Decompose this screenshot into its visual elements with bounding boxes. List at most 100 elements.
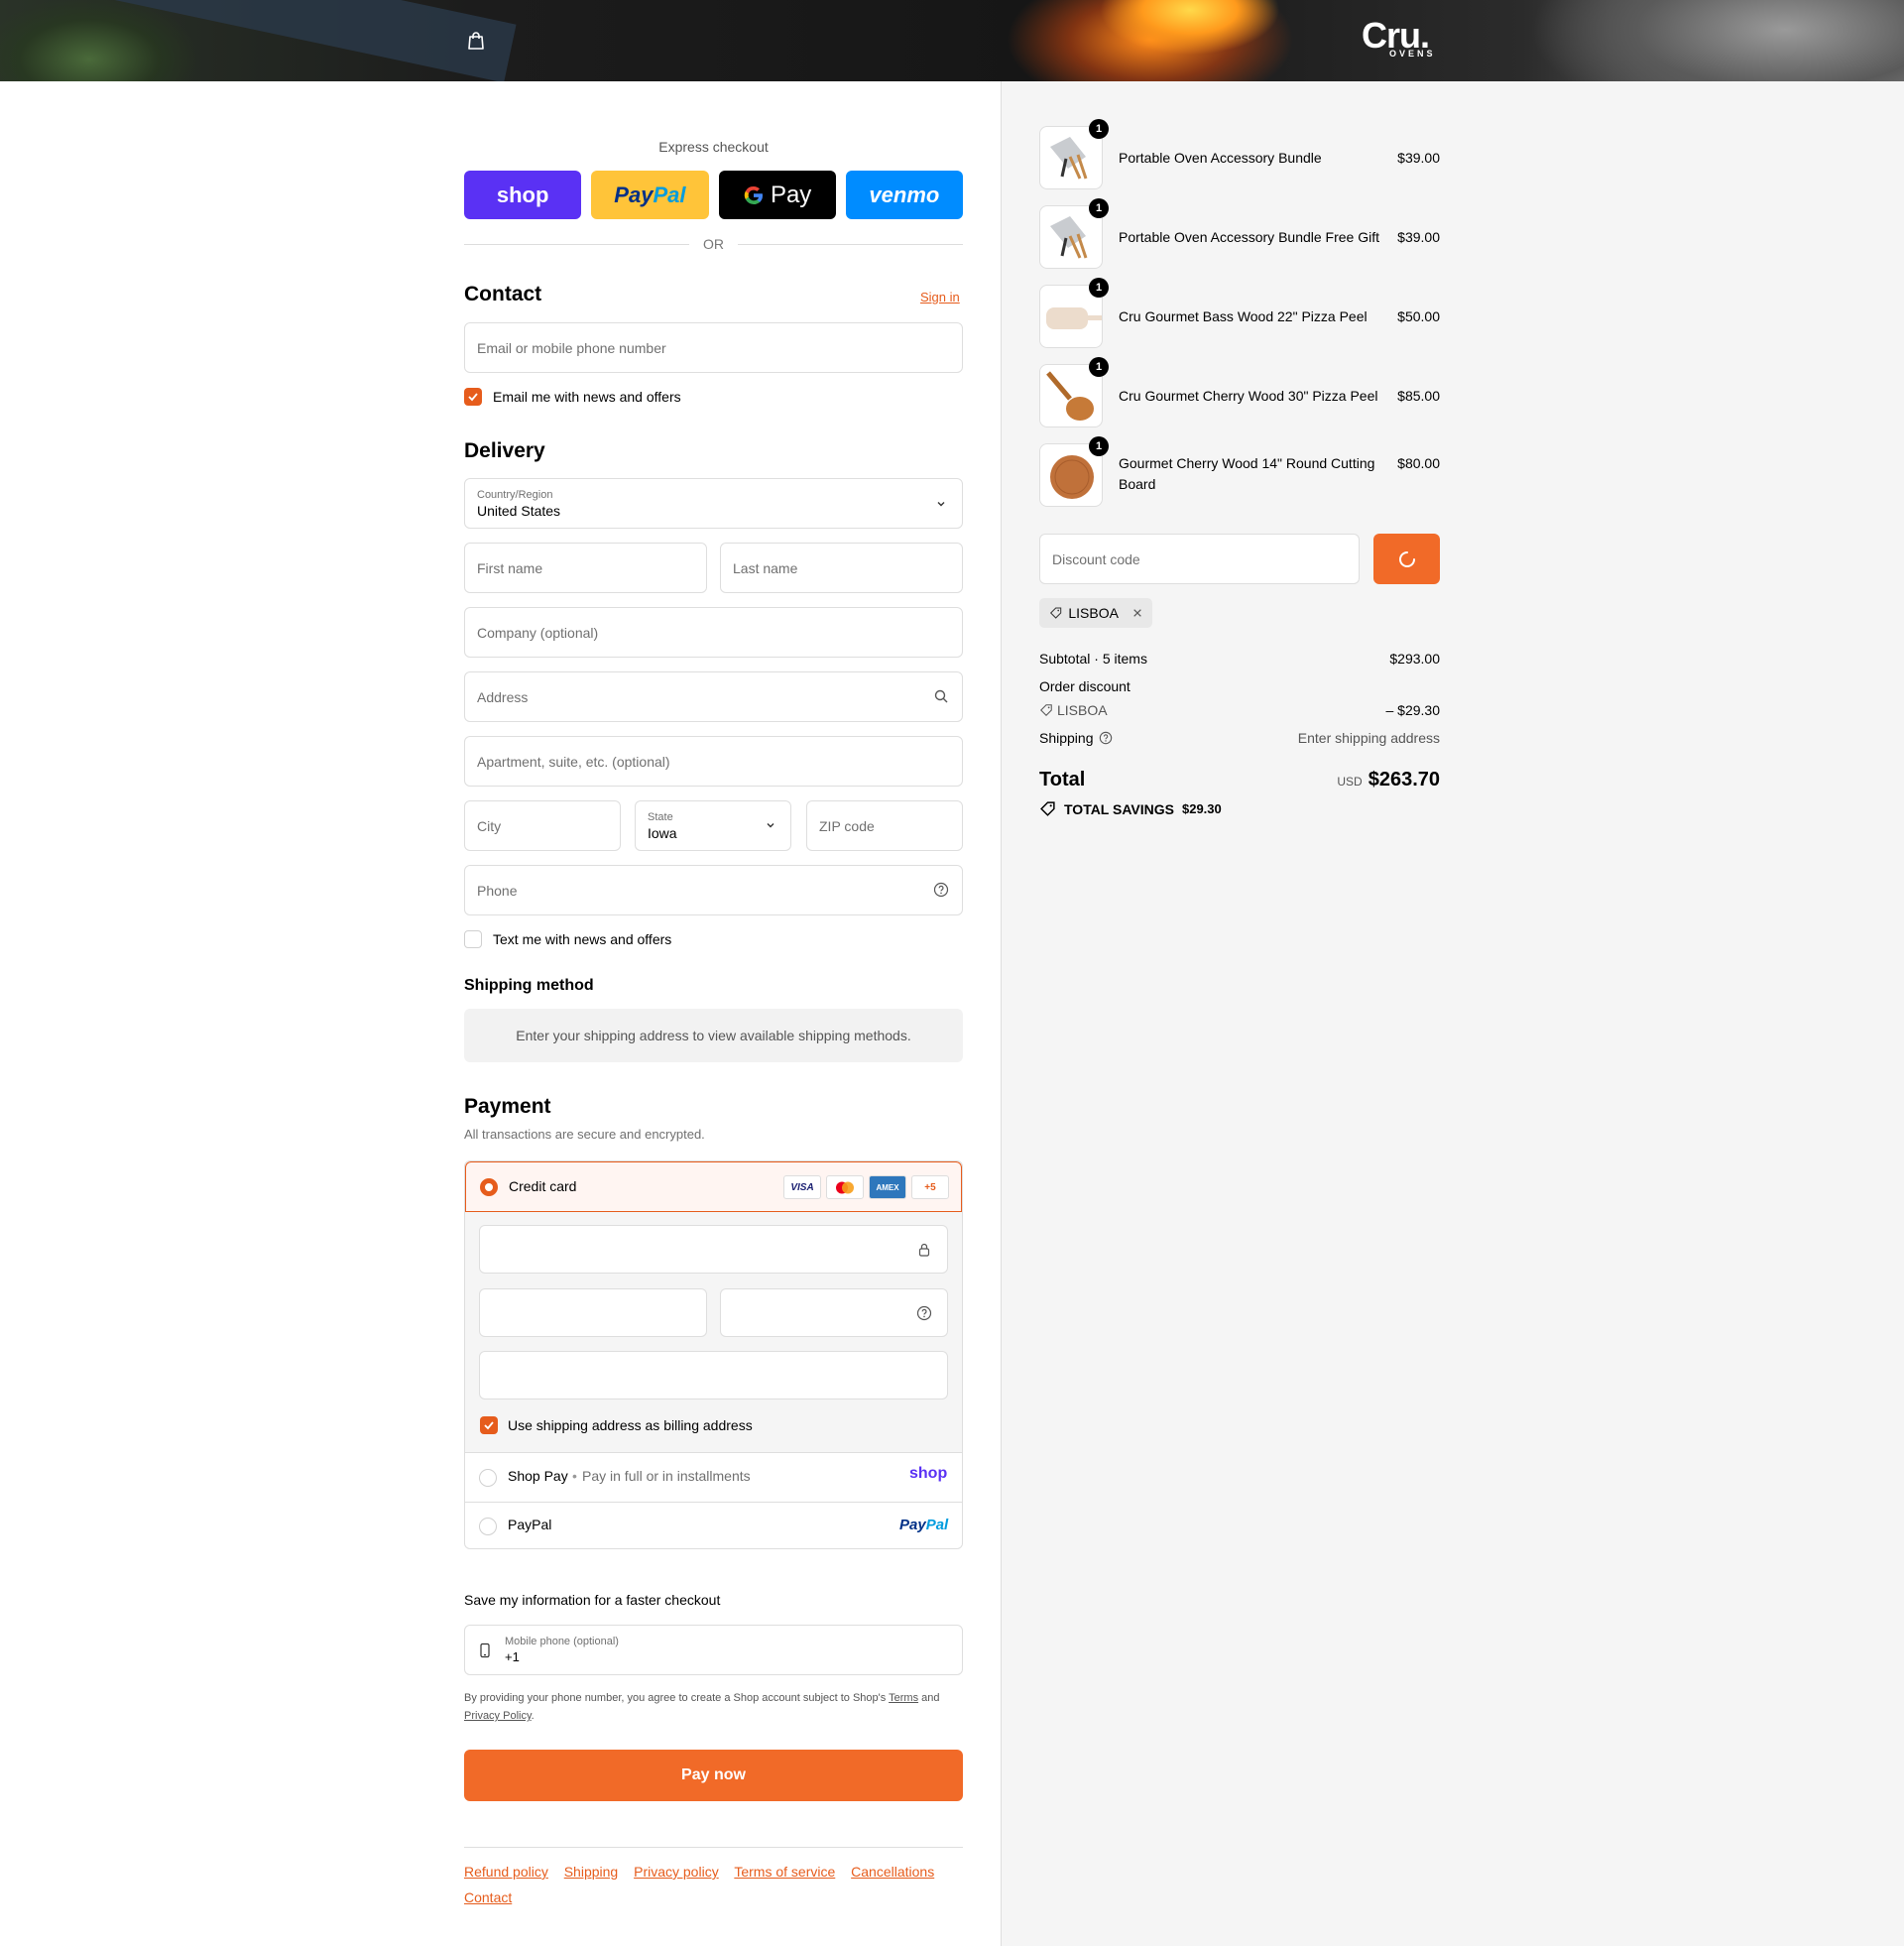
payment-methods: Credit card VISA AMEX +5 Use shipping ad… <box>464 1160 963 1549</box>
shop-pay-logo: shop <box>909 1465 948 1482</box>
save-info-heading: Save my information for a faster checkou… <box>464 1592 721 1608</box>
chevron-down-icon <box>767 823 774 828</box>
product-thumbnail: 1 <box>1039 436 1109 507</box>
shipping-link[interactable]: Shipping <box>564 1864 619 1880</box>
pay-now-button[interactable]: Pay now <box>464 1750 963 1801</box>
venmo-button[interactable]: venmo <box>845 171 963 219</box>
cart-item: 1 Gourmet Cherry Wood 14" Round Cutting … <box>1039 436 1440 509</box>
shop-pay-option[interactable]: Shop Pay • Pay in full or in installment… <box>465 1452 962 1502</box>
country-select[interactable]: Country/Region United States <box>464 478 963 529</box>
cart-item: 1 Portable Oven Accessory Bundle Free Gi… <box>1039 198 1440 271</box>
mobile-phone-icon <box>480 1642 490 1658</box>
item-price: $39.00 <box>1397 150 1440 166</box>
google-pay-button[interactable]: Pay <box>718 171 836 219</box>
search-icon <box>934 689 948 703</box>
paypal-option[interactable]: PayPal PayPal <box>465 1502 962 1548</box>
mobile-label: Mobile phone (optional) <box>505 1636 619 1647</box>
bullet: • <box>572 1468 577 1484</box>
tag-icon <box>1049 607 1062 619</box>
brand-sub: OVENS <box>1389 49 1436 59</box>
terms-of-service-link[interactable]: Terms of service <box>734 1864 835 1880</box>
brand-logo[interactable]: Cru. OVENS <box>1362 18 1433 59</box>
last-name-field[interactable]: Last name <box>720 543 963 593</box>
sign-in-link[interactable]: Sign in <box>920 290 960 304</box>
cart-item: 1 Portable Oven Accessory Bundle $39.00 <box>1039 119 1440 191</box>
help-circle-icon[interactable] <box>1099 731 1113 745</box>
item-price: $85.00 <box>1397 388 1440 404</box>
item-name: Cru Gourmet Bass Wood 22" Pizza Peel <box>1119 308 1368 324</box>
text-news-label: Text me with news and offers <box>493 931 672 947</box>
product-thumbnail: 1 <box>1039 357 1109 427</box>
discount-code-row: LISBOA – $29.30 <box>1039 702 1440 718</box>
item-name: Portable Oven Accessory Bundle Free Gift <box>1119 229 1380 245</box>
email-news-checkbox[interactable] <box>464 388 482 406</box>
terms-link[interactable]: Terms <box>889 1692 918 1704</box>
applied-code: LISBOA <box>1068 605 1119 621</box>
item-price: $80.00 <box>1397 455 1440 471</box>
banner-decoration <box>0 0 517 81</box>
help-circle-icon[interactable] <box>933 882 949 898</box>
item-name: Gourmet Cherry Wood 14" Round Cutting Bo… <box>1119 455 1375 492</box>
privacy-policy-link[interactable]: Privacy policy <box>634 1864 719 1880</box>
item-price: $39.00 <box>1397 229 1440 245</box>
apply-discount-button[interactable] <box>1373 534 1440 584</box>
phone-field[interactable]: Phone <box>464 865 963 915</box>
privacy-policy-link[interactable]: Privacy Policy <box>464 1710 532 1722</box>
card-number-field[interactable] <box>479 1225 948 1274</box>
delivery-heading: Delivery <box>464 439 545 462</box>
mobile-value: +1 <box>505 1649 520 1664</box>
more-cards-badge: +5 <box>911 1175 949 1199</box>
credit-card-radio[interactable] <box>480 1178 498 1196</box>
quantity-badge: 1 <box>1089 119 1109 139</box>
shipping-method-heading: Shipping method <box>464 977 594 994</box>
discount-code-field[interactable]: Discount code <box>1039 534 1360 584</box>
chevron-down-icon <box>937 502 945 507</box>
credit-card-label: Credit card <box>509 1178 577 1194</box>
credit-card-option[interactable]: Credit card VISA AMEX +5 <box>465 1161 962 1212</box>
country-label: Country/Region <box>477 488 553 501</box>
spinner-icon <box>1398 550 1415 567</box>
footer-links: Refund policy Shipping Privacy policy Te… <box>464 1859 963 1910</box>
shop-pay-button[interactable]: shop <box>464 171 582 219</box>
apartment-field[interactable]: Apartment, suite, etc. (optional) <box>464 736 963 787</box>
city-field[interactable]: City <box>464 800 621 851</box>
security-code-field[interactable] <box>720 1288 948 1337</box>
item-name: Portable Oven Accessory Bundle <box>1119 150 1322 166</box>
google-icon <box>744 185 763 204</box>
paypal-label: PayPal <box>508 1517 552 1532</box>
paypal-button[interactable]: Pay Pal <box>591 171 709 219</box>
expiry-field[interactable] <box>479 1288 707 1337</box>
applied-discount-tag: LISBOA <box>1039 598 1152 628</box>
shipping-row: Shipping Enter shipping address <box>1039 730 1440 746</box>
total-savings-row: TOTAL SAVINGS $29.30 <box>1039 800 1440 817</box>
mobile-phone-field[interactable]: Mobile phone (optional) +1 <box>464 1625 963 1675</box>
shop-pay-radio[interactable] <box>479 1469 497 1487</box>
cart-item: 1 Cru Gourmet Cherry Wood 30" Pizza Peel… <box>1039 357 1440 429</box>
express-checkout-title: Express checkout <box>658 139 769 155</box>
check-icon <box>484 1421 494 1430</box>
address-field[interactable]: Address <box>464 671 963 722</box>
paypal-radio[interactable] <box>479 1518 497 1535</box>
text-news-checkbox[interactable] <box>464 930 482 948</box>
email-field[interactable]: Email or mobile phone number <box>464 322 963 373</box>
item-name: Cru Gourmet Cherry Wood 30" Pizza Peel <box>1119 388 1378 404</box>
refund-policy-link[interactable]: Refund policy <box>464 1864 548 1880</box>
quantity-badge: 1 <box>1089 436 1109 456</box>
lock-icon <box>918 1243 930 1257</box>
subtotal-row: Subtotal · 5 items $293.00 <box>1039 651 1440 667</box>
help-circle-icon[interactable] <box>916 1305 932 1321</box>
billing-address-checkbox[interactable] <box>480 1416 498 1434</box>
shop-pay-sub: Pay in full or in installments <box>582 1468 751 1484</box>
company-field[interactable]: Company (optional) <box>464 607 963 658</box>
phone-legal-text: By providing your phone number, you agre… <box>464 1692 940 1722</box>
cancellations-link[interactable]: Cancellations <box>851 1864 934 1880</box>
visa-icon: VISA <box>783 1175 821 1199</box>
name-on-card-field[interactable] <box>479 1351 948 1399</box>
header-banner: Cru. OVENS <box>0 0 1904 81</box>
order-discount-row: Order discount <box>1039 678 1130 694</box>
zip-field[interactable]: ZIP code <box>806 800 963 851</box>
close-icon[interactable] <box>1132 607 1142 619</box>
first-name-field[interactable]: First name <box>464 543 707 593</box>
shopping-bag-icon[interactable] <box>465 30 487 52</box>
contact-link[interactable]: Contact <box>464 1889 512 1905</box>
